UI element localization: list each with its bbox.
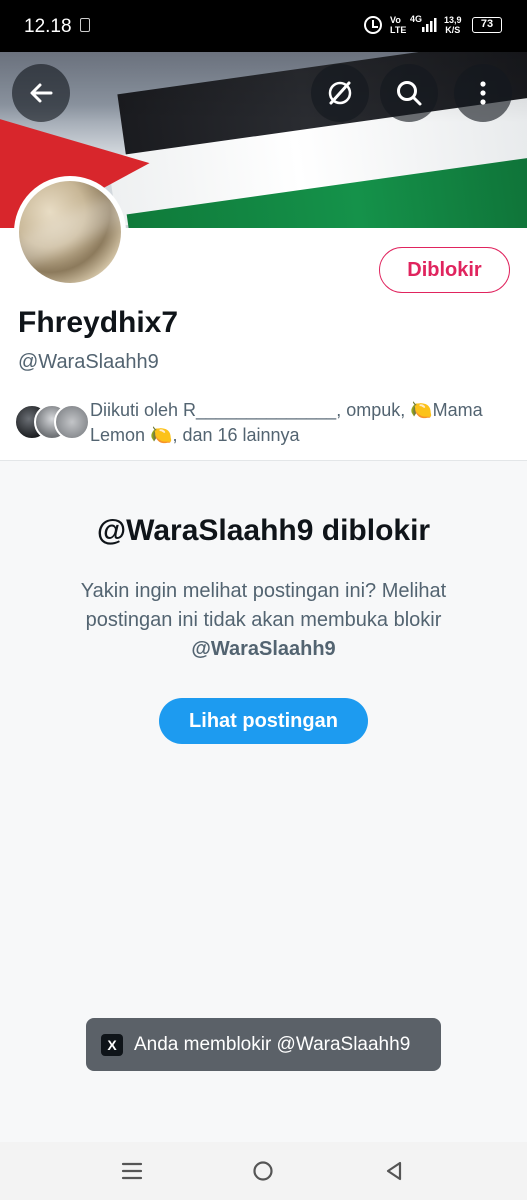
recent-apps-icon[interactable] [119, 1158, 145, 1184]
toast-notification: X Anda memblokir @WaraSlaahh9 [86, 1018, 441, 1071]
more-vertical-icon [480, 81, 486, 105]
profile-avatar[interactable] [14, 176, 126, 288]
system-nav-bar [0, 1142, 527, 1200]
back-nav-icon[interactable] [381, 1158, 407, 1184]
blocked-title: @WaraSlaahh9 diblokir [96, 514, 431, 547]
status-bar: 12.18 Vo LTE 4G 13,9 K/S 73 [0, 0, 527, 52]
signal-icon [422, 18, 437, 32]
blocked-button[interactable]: Diblokir [379, 247, 510, 293]
back-arrow-icon [30, 83, 53, 103]
toast-message: Anda memblokir @WaraSlaahh9 [134, 1033, 411, 1055]
profile-handle: @WaraSlaahh9 [18, 351, 159, 373]
search-button[interactable] [380, 64, 438, 122]
volte-indicator: Vo LTE [390, 15, 407, 35]
x-logo-icon: X [101, 1033, 123, 1056]
battery-indicator: 73 [472, 17, 502, 33]
search-icon [397, 81, 422, 106]
blocked-description-text: Yakin ingin melihat postingan ini? Melih… [80, 580, 447, 631]
grok-button[interactable] [311, 64, 369, 122]
back-button[interactable] [12, 64, 70, 122]
followed-by-row[interactable]: Diikuti oleh R______________, ompuk, 🍋Ma… [14, 398, 514, 450]
followed-by-text: Diikuti oleh R______________, ompuk, 🍋Ma… [90, 400, 483, 445]
home-icon[interactable] [250, 1158, 276, 1184]
blocked-description-handle: @WaraSlaahh9 [191, 638, 336, 660]
grok-icon [328, 81, 352, 105]
view-posts-button[interactable]: Lihat postingan [159, 698, 368, 744]
alarm-icon [364, 16, 382, 34]
status-time: 12.18 [24, 16, 72, 37]
blocked-description: Yakin ingin melihat postingan ini? Melih… [40, 577, 487, 664]
network-speed: 13,9 K/S [444, 15, 462, 35]
payment-icon [80, 18, 90, 32]
follower-avatar [54, 404, 90, 440]
more-options-button[interactable] [454, 64, 512, 122]
display-name: Fhreydhix7 [18, 306, 179, 339]
